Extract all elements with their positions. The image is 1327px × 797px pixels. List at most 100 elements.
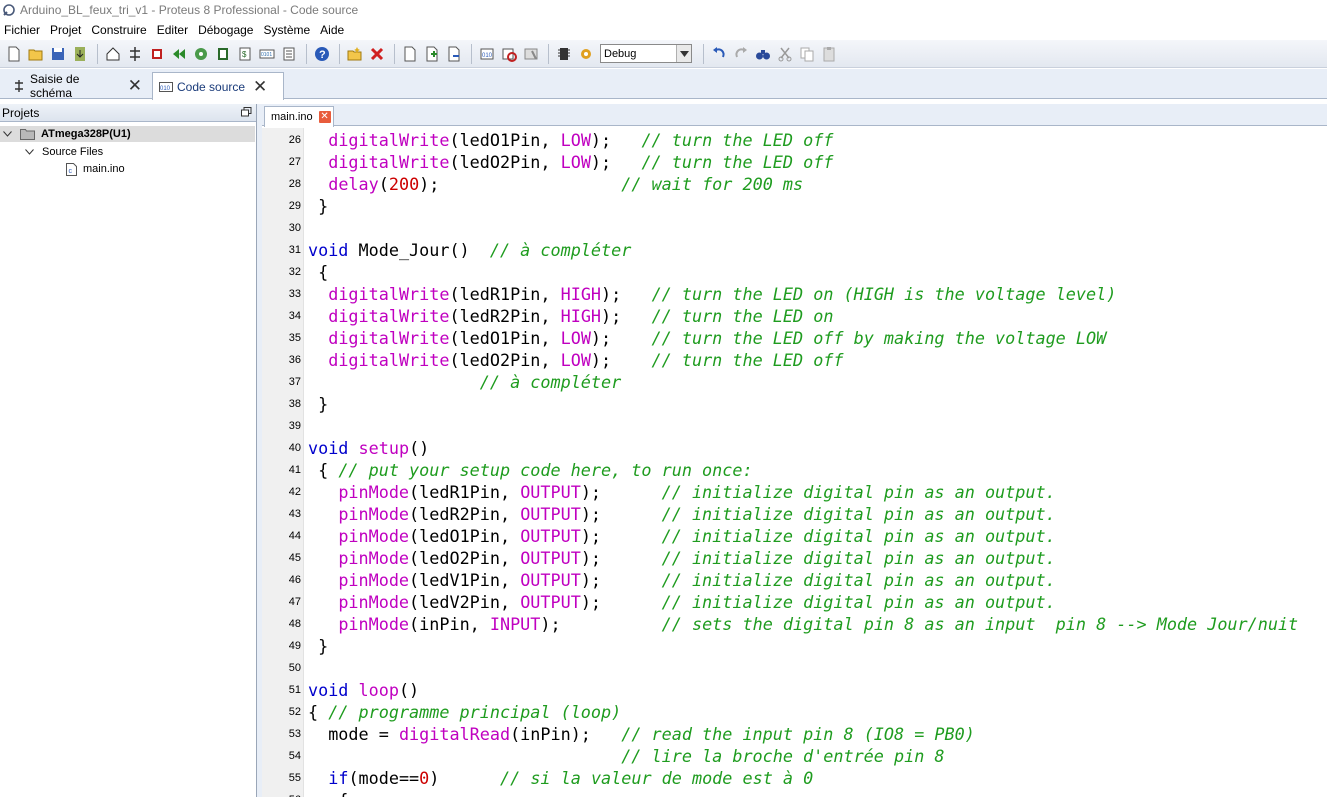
line-number: 53 [288,728,301,740]
schematic-icon[interactable] [125,44,145,64]
code-token: (inPin, [409,614,490,634]
code-token: (ledR2Pin, [409,504,521,524]
3d-icon[interactable] [191,44,211,64]
code-token: digitalWrite [328,350,450,370]
rebuild-icon[interactable] [499,44,519,64]
tab-code-source[interactable]: 010 Code source ✕ [152,72,284,100]
code-area[interactable]: 26 27 28 29 30 31 32 33 34 35 36 37 38 39 40 41 42 43 44 45… [262,128,1327,797]
undo-icon[interactable] [709,44,729,64]
code-token: void [308,680,349,700]
tree-item-atmega328p[interactable]: ATmega328P(U1) [0,126,255,142]
code-token: void [308,438,349,458]
tab-main-ino[interactable]: main.ino ✕ [264,106,334,127]
code-token: // put your setup code here, to run once… [338,460,753,480]
document-tab-strip: Saisie de schéma ✕ 010 Code source ✕ [0,69,1327,100]
notes-icon[interactable] [279,44,299,64]
code-token: // wait for 200 ms [621,174,804,194]
menu-systeme[interactable]: Système [263,23,316,37]
code-token: // à compléter [489,240,632,260]
menu-fichier[interactable]: Fichier [4,23,46,37]
code-line: // lire la broche d'entrée pin 8 [308,745,944,767]
help-icon[interactable]: ? [312,44,332,64]
paste-icon[interactable] [819,44,839,64]
close-icon[interactable]: ✕ [318,111,331,123]
code-token: // turn the LED off [641,152,834,172]
line-number: 54 [288,750,301,762]
menu-editer[interactable]: Editer [157,23,194,37]
line-number: 30 [288,222,301,234]
code-token: OUTPUT [520,482,581,502]
design-explorer-icon[interactable]: 0101 [257,44,277,64]
chevron-down-icon[interactable] [676,45,691,62]
remove-file-icon[interactable] [444,44,464,64]
close-icon[interactable]: ✕ [253,78,267,95]
line-number: 55 [288,772,301,784]
new-document-icon[interactable] [400,44,420,64]
binoculars-icon[interactable] [753,44,773,64]
netlist-icon[interactable]: $ [235,44,255,64]
close-icon[interactable]: ✕ [128,77,142,94]
code-token: LOW [560,350,591,370]
tab-saisie-de-schema[interactable]: Saisie de schéma ✕ [6,72,148,100]
code-token: (ledO1Pin, [449,130,561,150]
code-token: digitalWrite [328,284,450,304]
save-icon[interactable] [48,44,68,64]
code-token: ); [590,328,652,348]
import-icon[interactable] [70,44,90,64]
clean-icon[interactable] [521,44,541,64]
build-config-value-box[interactable]: Debug [600,44,692,63]
code-token: () [398,680,420,700]
code-token: if [328,768,349,788]
code-token: ); [590,350,652,370]
copy-icon[interactable] [797,44,817,64]
code-line: delay(200); // wait for 200 ms [308,173,803,195]
code-token: digitalWrite [328,130,450,150]
home-icon[interactable] [103,44,123,64]
bom-icon[interactable] [213,44,233,64]
menu-projet[interactable]: Projet [50,23,87,37]
code-token: ) [429,768,501,788]
projects-panel-title: Projets [2,105,40,120]
menu-construire[interactable]: Construire [91,23,152,37]
build-config-select[interactable]: Debug [600,44,692,63]
line-number-gutter: 26 27 28 29 30 31 32 33 34 35 36 37 38 39 40 41 42 43 44 45… [262,128,304,797]
svg-text:c: c [69,168,73,175]
compile-icon[interactable]: 010 [477,44,497,64]
restore-window-icon[interactable] [241,106,252,120]
add-file-icon[interactable] [422,44,442,64]
menu-aide[interactable]: Aide [320,23,350,37]
menu-bar: Fichier Projet Construire Editer Débogag… [0,20,1327,40]
code-token: pinMode [338,592,410,612]
menu-debogage[interactable]: Débogage [198,23,259,37]
delete-icon[interactable] [367,44,387,64]
code-token: ); [580,504,662,524]
code-token: (ledO2Pin, [409,548,521,568]
redo-icon[interactable] [731,44,751,64]
code-token: 200 [388,174,420,194]
open-folder-icon[interactable] [26,44,46,64]
new-project-icon[interactable] [345,44,365,64]
line-number: 40 [288,442,301,454]
chevron-down-icon[interactable] [0,131,14,137]
code-token: (inPin); [510,724,622,744]
tree-item-main-ino[interactable]: c main.ino [66,161,125,177]
code-token: OUTPUT [520,570,581,590]
code-token: setup [358,438,410,458]
gerber-icon[interactable] [169,44,189,64]
chevron-down-icon[interactable] [22,149,36,155]
code-line: pinMode(ledR1Pin, OUTPUT); // initialize… [308,481,1055,503]
code-line: if(mode==0) // si la valeur de mode est … [308,767,813,789]
title-bar: Arduino_BL_feux_tri_v1 - Proteus 8 Profe… [0,0,1327,20]
code-token: { [308,262,329,282]
chip-icon[interactable] [554,44,574,64]
cut-icon[interactable] [775,44,795,64]
line-number: 47 [288,596,301,608]
pcb-icon[interactable] [147,44,167,64]
gear-icon[interactable] [576,44,596,64]
new-file-icon[interactable] [4,44,24,64]
tree-item-source-files[interactable]: Source Files [22,144,103,160]
code-token: LOW [560,152,591,172]
